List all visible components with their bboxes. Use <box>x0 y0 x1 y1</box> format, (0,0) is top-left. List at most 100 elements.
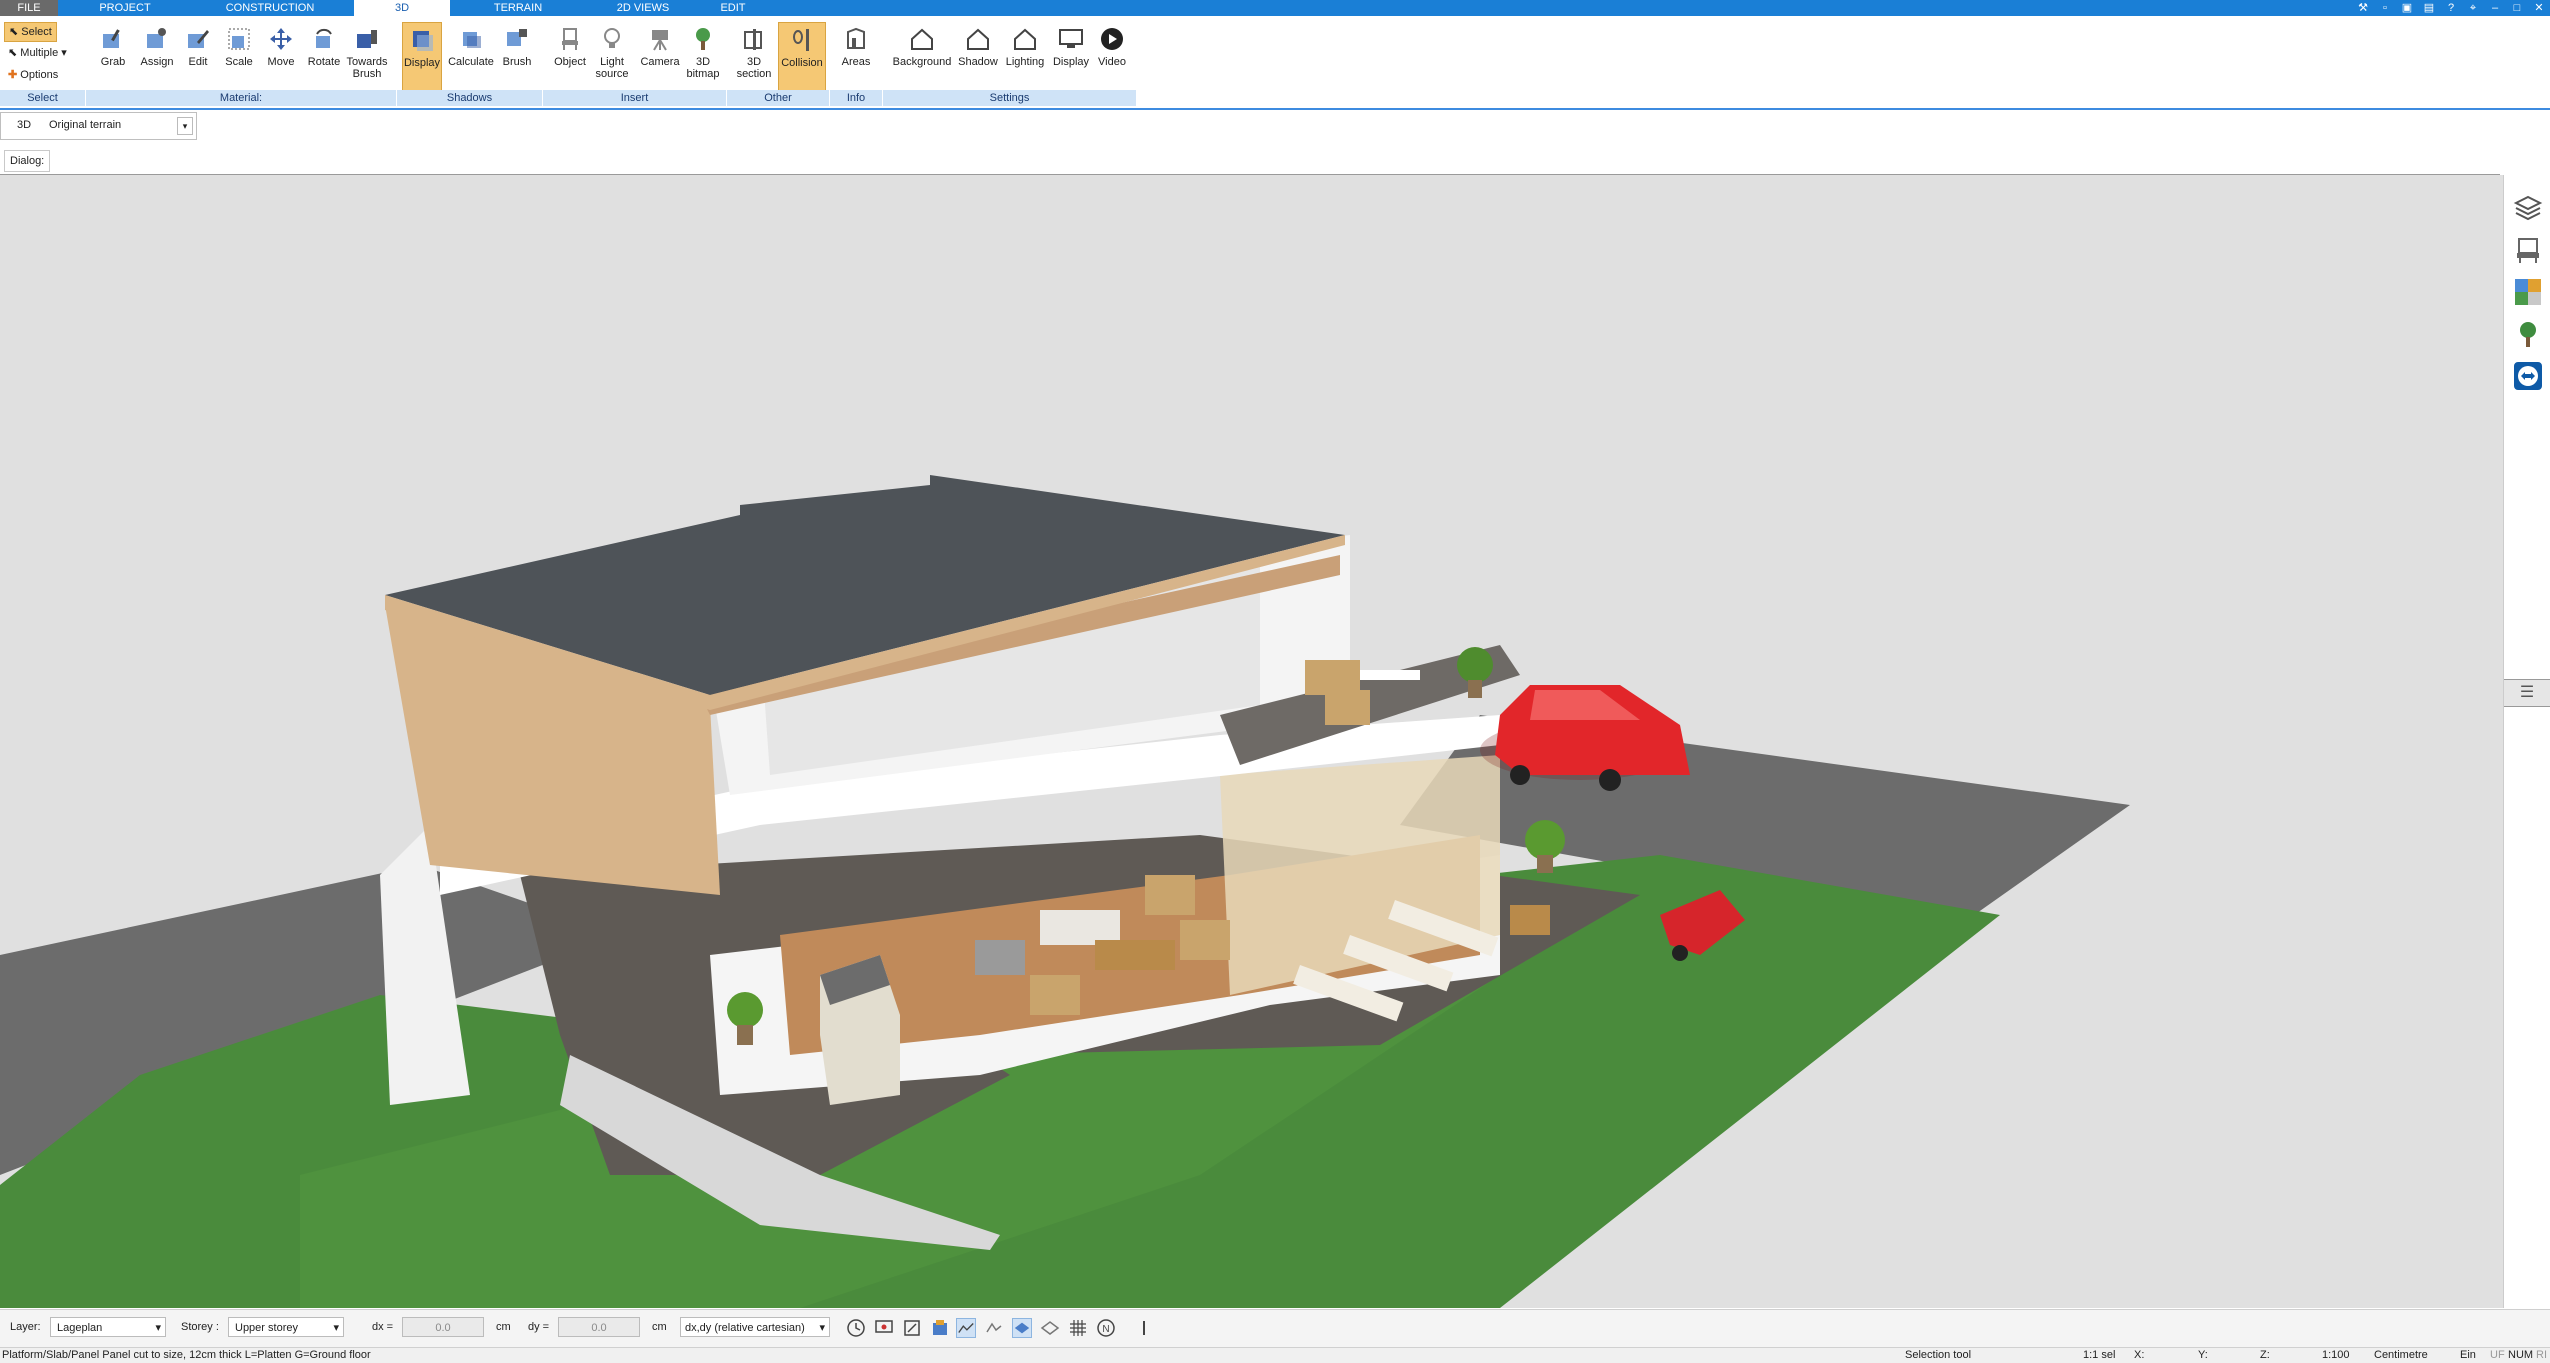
side-table[interactable] <box>1510 905 1550 935</box>
camera-button[interactable]: Camera <box>638 22 682 92</box>
areas-button[interactable]: Areas <box>838 22 874 92</box>
collision-button[interactable]: Collision <box>778 22 826 94</box>
move-button[interactable]: Move <box>264 22 298 92</box>
remote-support-icon[interactable] <box>2513 361 2543 391</box>
camera-icon <box>652 30 668 51</box>
edit-material-button[interactable]: Edit <box>182 22 214 92</box>
lighting-house-icon <box>1014 28 1036 50</box>
chair-object-icon <box>562 28 578 50</box>
lighting-button[interactable]: Lighting <box>1002 22 1048 92</box>
chevron-down-icon[interactable]: ▾ <box>177 117 193 135</box>
wireframe-icon[interactable] <box>1012 1318 1032 1338</box>
layer-select[interactable]: Lageplan ▾ <box>50 1317 166 1337</box>
walkthrough-icon[interactable] <box>984 1318 1004 1338</box>
object-button[interactable]: Object <box>552 22 588 92</box>
layer-label: Layer: <box>10 1321 41 1333</box>
ri-status: RI <box>2536 1349 2547 1361</box>
screen-capture-icon[interactable] <box>874 1318 894 1338</box>
storey-select[interactable]: Upper storey ▾ <box>228 1317 344 1337</box>
unit-status: Centimetre <box>2374 1349 2428 1361</box>
scale-status: 1:100 <box>2322 1349 2350 1361</box>
plants-catalog-icon[interactable] <box>2513 319 2543 349</box>
close-icon[interactable]: ✕ <box>2532 1 2546 15</box>
restore-icon[interactable]: ▫ <box>2378 1 2392 15</box>
brush-shadows-button[interactable]: Brush <box>500 22 534 92</box>
options-button[interactable]: ✚ Options <box>4 66 62 84</box>
chevron-down-icon: ▾ <box>155 1322 161 1334</box>
maximize-icon[interactable]: □ <box>2510 1 2524 15</box>
cursor-icon: ⬉ <box>9 26 19 38</box>
3d-viewport[interactable] <box>0 175 2503 1308</box>
grab-icon <box>103 29 120 48</box>
window-icon[interactable]: ▣ <box>2400 1 2414 15</box>
export-icon[interactable] <box>930 1318 950 1338</box>
dx-label: dx = <box>372 1321 394 1333</box>
video-button[interactable]: Video <box>1094 22 1130 92</box>
layout-icon[interactable]: ▤ <box>2422 1 2436 15</box>
multiple-button[interactable]: ⬉ Multiple ▾ <box>4 44 71 62</box>
status-bar: Platform/Slab/Panel Panel cut to size, 1… <box>0 1347 2550 1363</box>
svg-text:N: N <box>1102 1324 1109 1335</box>
display-settings-button[interactable]: Display <box>1050 22 1092 92</box>
dy-input[interactable]: 0.0 <box>558 1317 640 1337</box>
more-options-icon[interactable] <box>1134 1318 1154 1338</box>
grid-icon[interactable] <box>1068 1318 1088 1338</box>
tab-terrain[interactable]: TERRAIN <box>490 0 546 16</box>
plus-icon: ✚ <box>8 69 18 81</box>
tab-construction[interactable]: CONSTRUCTION <box>220 0 320 16</box>
pin-icon[interactable]: ⌖ <box>2466 1 2480 15</box>
help-icon[interactable]: ? <box>2444 1 2458 15</box>
status-message: Platform/Slab/Panel Panel cut to size, 1… <box>2 1349 371 1361</box>
background-house-icon <box>911 28 933 50</box>
towards-brush-button[interactable]: Towards Brush <box>346 22 388 92</box>
tab-2d-views[interactable]: 2D VIEWS <box>610 0 676 16</box>
ribbon: ⬉ Select ⬉ Multiple ▾ ✚ Options Select G… <box>0 16 2550 110</box>
light-source-button[interactable]: Light source <box>592 22 632 92</box>
tab-edit[interactable]: EDIT <box>716 0 750 16</box>
selection-status: 1:1 sel <box>2083 1349 2116 1361</box>
dy-unit: cm <box>652 1321 667 1333</box>
view-selector[interactable]: 3D Original terrain ▾ <box>0 112 197 140</box>
grab-button[interactable]: Grab <box>96 22 130 92</box>
tools-icon[interactable]: ⚒ <box>2356 1 2370 15</box>
select-button[interactable]: ⬉ Select <box>4 22 57 42</box>
3d-bitmap-button[interactable]: 3D bitmap <box>684 22 722 92</box>
areas-icon <box>847 27 865 49</box>
tab-3d[interactable]: 3D <box>354 0 450 16</box>
display-shadows-button[interactable]: Display <box>402 22 442 94</box>
rotate-button[interactable]: Rotate <box>305 22 343 92</box>
coordinate-mode-select[interactable]: dx,dy (relative cartesian) ▾ <box>680 1317 830 1337</box>
minimize-icon[interactable]: – <box>2488 1 2502 15</box>
window-controls: ⚒ ▫ ▣ ▤ ? ⌖ – □ ✕ <box>2356 0 2546 16</box>
clock-icon[interactable] <box>846 1318 866 1338</box>
shadow-settings-button[interactable]: Shadow <box>956 22 1000 92</box>
hatch-icon[interactable] <box>1040 1318 1060 1338</box>
tab-project[interactable]: PROJECT <box>97 0 153 16</box>
section-icon <box>744 29 762 50</box>
menu-bar: FILE PROJECT CONSTRUCTION 3D TERRAIN 2D … <box>0 0 2550 16</box>
group-label-insert: Insert <box>543 90 727 106</box>
background-button[interactable]: Background <box>890 22 954 92</box>
furniture-catalog-icon[interactable] <box>2513 235 2543 265</box>
assign-button[interactable]: Assign <box>138 22 176 92</box>
materials-catalog-icon[interactable] <box>2513 277 2543 307</box>
3d-section-button[interactable]: 3D section <box>735 22 773 92</box>
terrain-view-icon[interactable] <box>956 1318 976 1338</box>
calculate-shadows-button[interactable]: Calculate <box>446 22 496 92</box>
tab-file[interactable]: FILE <box>0 0 58 16</box>
sidebar-toggle-handle[interactable]: ☰ <box>2504 679 2550 707</box>
shadow-house-icon <box>967 28 989 50</box>
3d-scene[interactable] <box>0 175 2503 1308</box>
north-arrow-icon[interactable]: N <box>1096 1318 1116 1338</box>
dialog-bar: Dialog: <box>0 144 2500 175</box>
right-sidebar: ☰ <box>2503 175 2550 1308</box>
group-label-other: Other <box>727 90 830 106</box>
group-label-info: Info <box>830 90 883 106</box>
active-tool-status: Selection tool <box>1905 1349 1972 1361</box>
dx-input[interactable]: 0.0 <box>402 1317 484 1337</box>
scale-button[interactable]: Scale <box>222 22 256 92</box>
play-icon <box>1101 28 1123 50</box>
towards-brush-icon <box>357 30 377 48</box>
layers-icon[interactable] <box>2513 193 2543 223</box>
render-settings-icon[interactable] <box>902 1318 922 1338</box>
